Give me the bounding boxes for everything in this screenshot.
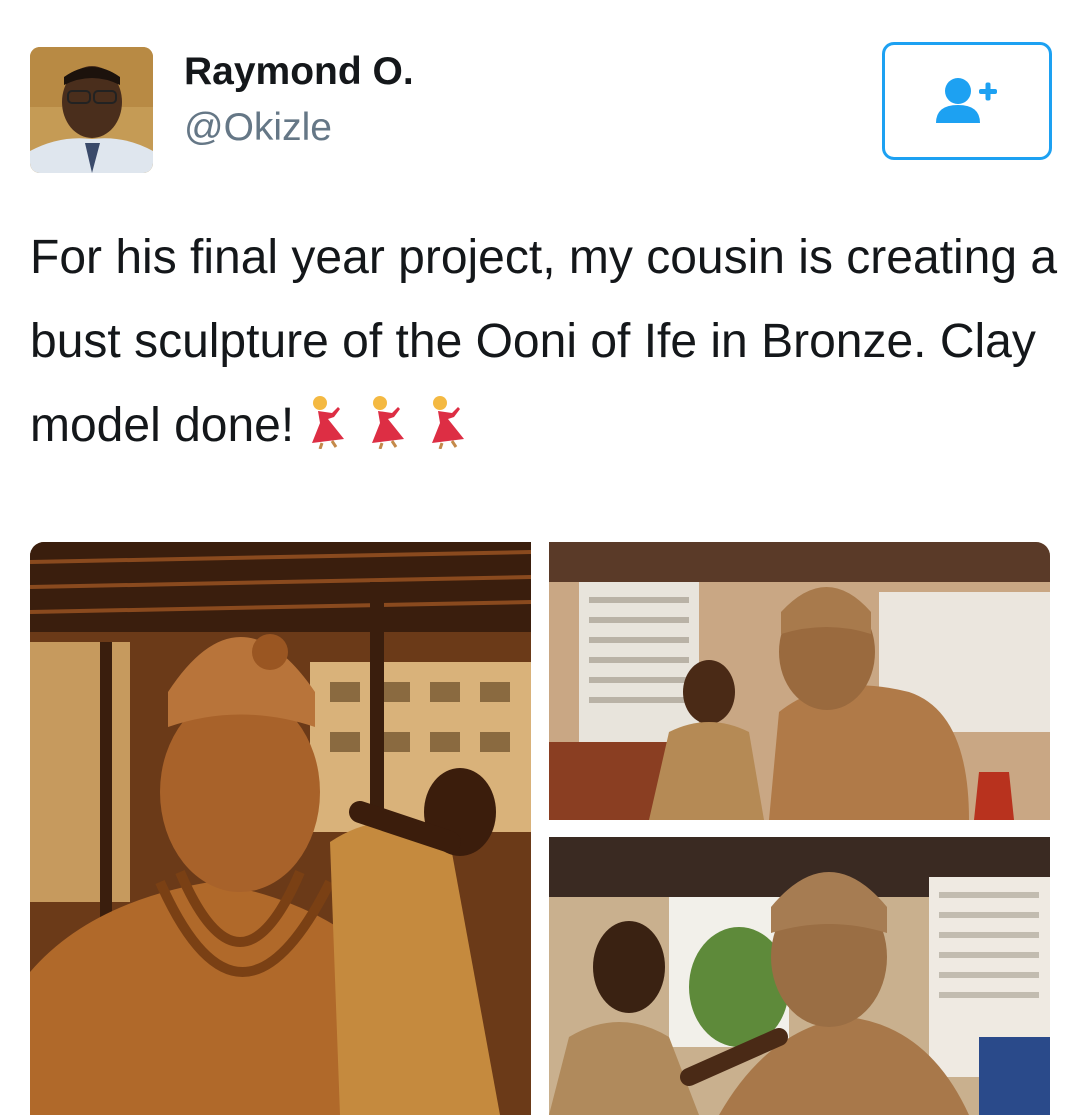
tweet-text: For his final year project, my cousin is… — [30, 216, 1060, 468]
media-photo-3[interactable] — [549, 837, 1050, 1115]
dancer-emoji-icon — [358, 392, 414, 450]
media-photo-2[interactable] — [549, 542, 1050, 820]
clay-bust-photo-icon — [549, 837, 1050, 1115]
tweet-body: For his final year project, my cousin is… — [30, 231, 1058, 452]
display-name[interactable]: Raymond O. — [184, 48, 414, 96]
clay-bust-photo-icon — [549, 542, 1050, 820]
clay-bust-photo-icon — [30, 542, 531, 1115]
add-user-icon — [936, 78, 997, 123]
dancer-emoji-icon — [298, 392, 354, 450]
user-handle[interactable]: @Okizle — [184, 104, 332, 152]
dancer-emoji-icon — [418, 392, 474, 450]
follow-button[interactable] — [882, 42, 1052, 160]
avatar[interactable] — [30, 47, 153, 173]
media-photo-1[interactable] — [30, 542, 531, 1115]
media-grid — [30, 542, 1050, 1115]
